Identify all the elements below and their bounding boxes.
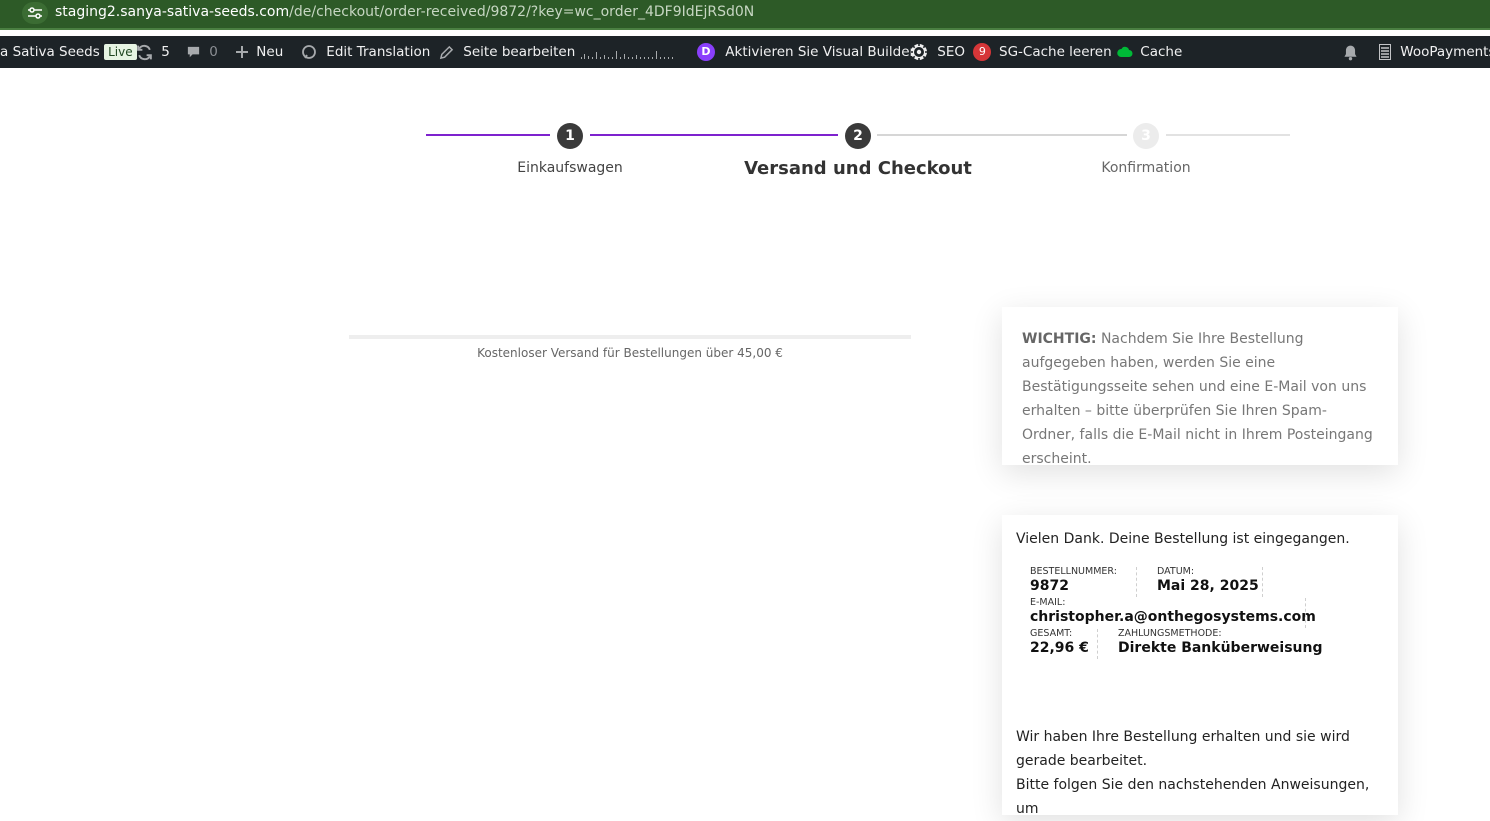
overview-divider [1136, 567, 1137, 597]
translation-icon [302, 45, 316, 59]
comments-count: 0 [209, 44, 218, 60]
order-number-value: 9872 [1030, 578, 1069, 594]
order-received-message: Wir haben Ihre Bestellung erhalten und s… [1016, 725, 1386, 821]
notifications-menu[interactable] [1342, 36, 1359, 68]
url-host: staging2.sanya-sativa-seeds.com [55, 4, 290, 20]
order-total-value: 22,96 € [1030, 640, 1089, 656]
overview-divider [1305, 598, 1306, 628]
url-bar-border [0, 28, 1490, 30]
woopayments-icon [1379, 44, 1391, 60]
sg-cache-menu[interactable]: SG-Cache leeren [999, 36, 1112, 68]
order-received-line-2: Bitte folgen Sie den nachstehenden Anwei… [1016, 777, 1370, 817]
pencil-icon [439, 45, 454, 59]
comment-icon [187, 46, 200, 57]
cache-menu[interactable]: Cache [1117, 36, 1182, 68]
edit-page-menu[interactable]: Seite bearbeiten [439, 36, 575, 68]
cache-label: Cache [1140, 44, 1183, 60]
stats-sparkline[interactable] [580, 36, 676, 68]
step-2-label: Versand und Checkout [744, 158, 972, 179]
order-email-value: christopher.a@onthegosystems.com [1030, 609, 1316, 625]
progress-line-segment [590, 134, 838, 136]
visual-builder-menu[interactable]: D Aktivieren Sie Visual Builder [697, 36, 915, 68]
edit-translation-label: Edit Translation [326, 44, 431, 60]
order-payment-label: ZAHLUNGSMETHODE: [1118, 628, 1222, 639]
order-date-value: Mai 28, 2025 [1157, 578, 1259, 594]
woopayments-menu[interactable]: WooPayments – [1379, 36, 1490, 68]
live-badge: Live [104, 44, 137, 60]
order-payment-value: Direkte Banküberweisung [1118, 640, 1323, 656]
updates-icon [137, 44, 152, 60]
edit-translation-menu[interactable]: Edit Translation [301, 36, 430, 68]
url-text[interactable]: staging2.sanya-sativa-seeds.com/de/check… [55, 4, 754, 20]
order-date-label: DATUM: [1157, 566, 1195, 577]
order-received-line-1: Wir haben Ihre Bestellung erhalten und s… [1016, 729, 1350, 769]
sg-cache-label: SG-Cache leeren [999, 44, 1112, 60]
seo-notification-badge: 9 [973, 43, 992, 61]
divi-icon: D [697, 43, 715, 61]
order-thank-you: Vielen Dank. Deine Bestellung ist eingeg… [1016, 531, 1350, 547]
admin-bar: a Sativa Seeds Live 5 0 Neu Edit Transla… [0, 36, 1490, 68]
order-email: E-MAIL: christopher.a@onthegosystems.com [1030, 597, 1316, 625]
url-path: /de/checkout/order-received/9872/?key=wc… [289, 4, 755, 20]
site-name-label: a Sativa Seeds [0, 44, 100, 60]
notice-text: Nachdem Sie Ihre Bestellung aufgegeben h… [1022, 331, 1373, 467]
step-1-label[interactable]: Einkaufswagen [470, 160, 670, 176]
bell-icon [1344, 45, 1357, 60]
step-1-number[interactable]: 1 [557, 123, 583, 149]
overview-divider [1097, 629, 1098, 659]
plus-icon [236, 46, 248, 58]
stats-sparkline-icon [581, 51, 673, 59]
edit-page-label: Seite bearbeiten [463, 44, 576, 60]
cloud-icon [1117, 46, 1133, 57]
order-number: BESTELLNUMMER: 9872 [1030, 566, 1117, 594]
site-name-menu[interactable]: a Sativa Seeds Live [0, 36, 137, 68]
progress-line-segment [1166, 134, 1290, 136]
seo-menu[interactable]: SEO 9 [909, 36, 992, 68]
progress-line-segment [426, 134, 550, 136]
site-settings-icon[interactable] [22, 2, 48, 24]
seo-gear-icon [911, 44, 927, 60]
free-shipping-note: Kostenloser Versand für Bestellungen übe… [477, 346, 783, 360]
order-total: GESAMT: 22,96 € [1030, 628, 1089, 656]
visual-builder-label: Aktivieren Sie Visual Builder [725, 44, 916, 60]
browser-url-bar[interactable]: staging2.sanya-sativa-seeds.com/de/check… [0, 0, 1490, 30]
order-email-label: E-MAIL: [1030, 597, 1066, 608]
step-3-number: 3 [1133, 123, 1159, 149]
important-notice: WICHTIG: Nachdem Sie Ihre Bestellung auf… [1002, 307, 1398, 467]
step-3-label: Konfirmation [1101, 160, 1191, 176]
updates-count: 5 [161, 44, 170, 60]
seo-label: SEO [937, 44, 966, 60]
woopayments-label: WooPayments – [1400, 44, 1490, 60]
order-received-box: Vielen Dank. Deine Bestellung ist eingeg… [1002, 515, 1398, 817]
step-2-number: 2 [845, 123, 871, 149]
comments-menu[interactable]: 0 [186, 36, 218, 68]
order-number-label: BESTELLNUMMER: [1030, 566, 1117, 577]
new-label: Neu [256, 44, 284, 60]
notice-lead: WICHTIG: [1022, 331, 1097, 347]
new-content-menu[interactable]: Neu [235, 36, 283, 68]
order-date: DATUM: Mai 28, 2025 [1157, 566, 1259, 594]
free-shipping-progress-bar [349, 335, 911, 339]
progress-line-segment [877, 134, 1127, 136]
updates-menu[interactable]: 5 [136, 36, 170, 68]
order-payment-method: ZAHLUNGSMETHODE: Direkte Banküberweisung [1118, 628, 1323, 656]
order-total-label: GESAMT: [1030, 628, 1073, 639]
overview-divider [1262, 567, 1263, 597]
